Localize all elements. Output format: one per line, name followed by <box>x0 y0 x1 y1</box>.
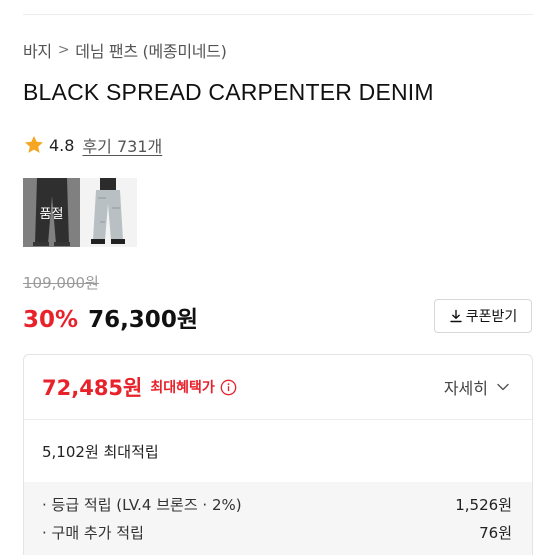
discount-rate: 30% <box>23 307 79 333</box>
points-row-amount: 76원 <box>479 523 512 542</box>
product-title: BLACK SPREAD CARPENTER DENIM <box>23 79 434 105</box>
download-icon <box>450 309 462 323</box>
benefit-body: 5,102원 최대적립 · 등급 적립 (LV.4 브론즈 · 2%) 1,52… <box>24 419 532 555</box>
star-icon <box>25 136 43 153</box>
top-divider <box>23 14 533 15</box>
points-row-amount: 1,526원 <box>455 495 512 514</box>
breadcrumb-separator: > <box>57 42 70 58</box>
points-row-label: · 등급 적립 (LV.4 브론즈 · 2%) <box>42 495 242 514</box>
final-price: 76,300원 <box>88 307 198 333</box>
points-row: · 구매 추가 적립 76원 <box>42 518 512 546</box>
coupon-button-label: 쿠폰받기 <box>465 308 518 324</box>
price-row: 30% 76,300원 <box>23 300 198 334</box>
details-label: 자세히 <box>443 379 488 398</box>
reviews-link[interactable]: 후기 731개 <box>82 133 162 157</box>
points-list: · 등급 적립 (LV.4 브론즈 · 2%) 1,526원 · 구매 추가 적… <box>24 482 532 555</box>
benefit-header: 72,485원 최대혜택가 자세히 <box>24 355 532 419</box>
max-benefit-label: 최대혜택가 <box>150 380 215 396</box>
benefit-panel: 72,485원 최대혜택가 자세히 5,102원 최대적립 · 등급 적립 (L… <box>23 354 533 555</box>
soldout-badge: 품절 <box>23 178 80 247</box>
light-denim-image <box>80 178 137 247</box>
color-options: 품절 <box>23 178 137 247</box>
breadcrumb-category[interactable]: 바지 <box>23 38 52 62</box>
thumbnail-light-denim[interactable] <box>80 178 137 247</box>
thumbnail-black-denim[interactable]: 품절 <box>23 178 80 247</box>
breadcrumb: 바지 > 데님 팬츠 (메종미네드) <box>23 38 227 62</box>
max-points: 5,102원 최대적립 <box>42 442 159 461</box>
points-row: · 등급 적립 (LV.4 브론즈 · 2%) 1,526원 <box>42 490 512 518</box>
original-price: 109,000원 <box>23 274 99 292</box>
rating-summary: 4.8 후기 731개 <box>23 133 162 157</box>
rating-value: 4.8 <box>49 135 75 155</box>
max-benefit-price: 72,485원 <box>42 376 143 400</box>
info-icon[interactable] <box>220 379 237 396</box>
breadcrumb-subcategory[interactable]: 데님 팬츠 (메종미네드) <box>75 38 227 62</box>
coupon-button[interactable]: 쿠폰받기 <box>434 299 532 333</box>
chevron-down-icon <box>497 383 509 391</box>
points-row-label: · 구매 추가 적립 <box>42 523 144 542</box>
details-toggle[interactable]: 자세히 <box>444 375 510 399</box>
